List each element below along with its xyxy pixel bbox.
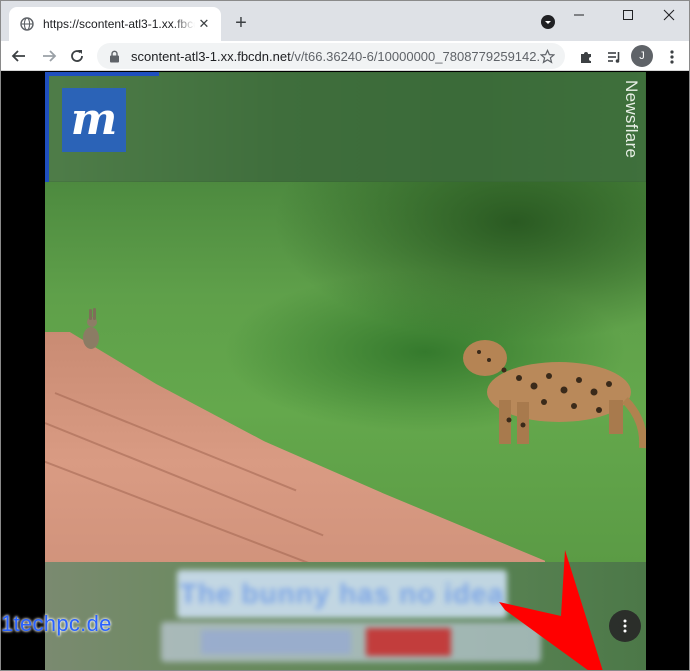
browser-window: https://scontent-atl3-1.xx.fbcdn.net/v/t… [0, 0, 690, 671]
more-vert-icon [623, 619, 627, 633]
media-control-icon[interactable] [603, 46, 625, 68]
profile-avatar[interactable]: J [631, 45, 653, 67]
maximize-button[interactable] [612, 3, 644, 27]
brand-logo: m [62, 88, 126, 152]
newsflare-watermark: Newsflare [622, 80, 641, 159]
caption-line-1: The bunny has no idea [177, 570, 507, 618]
globe-icon [19, 16, 35, 32]
video-frame-edge-top [45, 72, 159, 76]
new-tab-button[interactable]: + [229, 11, 253, 35]
video-more-options-button[interactable] [609, 610, 641, 642]
minimize-button[interactable] [563, 3, 595, 27]
url-host: scontent-atl3-1.xx.fbcdn.net [131, 48, 291, 64]
video-top-band [45, 72, 646, 182]
caption-line-2-text [201, 630, 351, 654]
back-button[interactable] [7, 44, 31, 68]
forward-button[interactable] [37, 44, 61, 68]
leopard-figure [463, 340, 646, 449]
browser-menu-icon[interactable] [661, 46, 683, 68]
caption-highlight [366, 628, 451, 656]
address-bar[interactable]: scontent-atl3-1.xx.fbcdn.net/v/t66.36240… [97, 43, 565, 69]
tab-close-icon[interactable]: ✕ [195, 15, 213, 33]
browser-toolbar: scontent-atl3-1.xx.fbcdn.net/v/t66.36240… [1, 41, 689, 71]
caption-line-2 [161, 622, 541, 662]
site-watermark: 1techpc.de [1, 611, 112, 636]
url-path: /v/t66.36240-6/10000000_7808779259142... [290, 48, 539, 64]
red-pointer-arrow-icon [499, 550, 603, 670]
tab-title: https://scontent-atl3-1.xx.fbcdn.net/v/t… [43, 17, 195, 31]
url-text: scontent-atl3-1.xx.fbcdn.net/v/t66.36240… [131, 49, 539, 64]
page-content: m Newsflare The bunny has no idea [1, 72, 689, 670]
hare-figure [83, 308, 99, 349]
reload-button[interactable] [65, 44, 89, 68]
video-scene [45, 182, 646, 562]
tab-search-icon[interactable] [539, 13, 557, 31]
brand-logo-letter: m [70, 94, 118, 145]
tab-strip: https://scontent-atl3-1.xx.fbcdn.net/v/t… [1, 1, 689, 41]
window-close-button[interactable] [653, 3, 685, 27]
video-frame-edge [45, 72, 49, 187]
extensions-puzzle-icon[interactable] [575, 46, 597, 68]
bookmark-star-icon[interactable] [539, 48, 555, 64]
lock-icon[interactable] [107, 49, 121, 63]
tab-active[interactable]: https://scontent-atl3-1.xx.fbcdn.net/v/t… [9, 7, 221, 41]
caption-text: The bunny has no idea [179, 578, 505, 609]
